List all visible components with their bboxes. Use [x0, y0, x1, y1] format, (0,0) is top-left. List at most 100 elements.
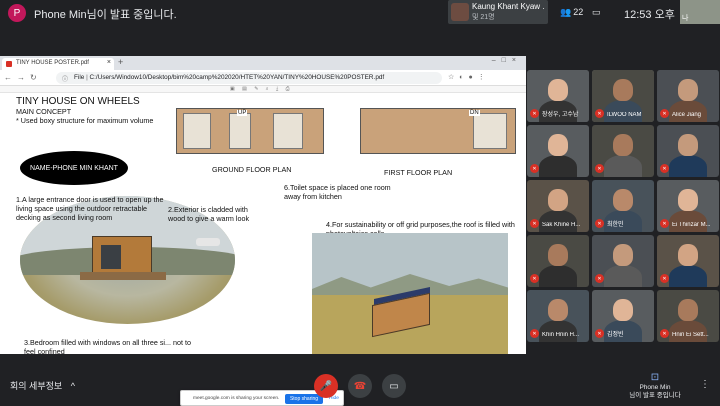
- pdf-toolbar: ▣ ▤ ✎ ⌕ ⤓ ⎙: [0, 86, 526, 93]
- browser-tab-bar: TINY HOUSE POSTER.pdf × + –□×: [0, 56, 526, 70]
- participant-name: Hnin Ei Sett...: [672, 332, 709, 338]
- participant-tile[interactable]: ✕ ILWOO NAM: [592, 70, 654, 122]
- people-button[interactable]: 👥 22: [560, 4, 583, 20]
- plan-up-label: UP: [237, 110, 248, 116]
- presenter-avatar: P: [8, 4, 26, 22]
- name-oval: NAME-PHONE MIN KHANT: [20, 151, 128, 185]
- participant-name: 장성우, 고수남: [542, 112, 579, 118]
- mic-muted-icon: ✕: [660, 329, 669, 338]
- new-tab-button[interactable]: +: [118, 57, 123, 67]
- participant-tile[interactable]: ✕ 최한민: [592, 180, 654, 232]
- clock: 12:53 오후: [624, 6, 675, 22]
- tile-subtitle: 및 21명: [472, 14, 495, 21]
- chat-icon: ▭: [592, 6, 601, 17]
- chevron-up-icon: ^: [70, 381, 75, 391]
- camera-button[interactable]: ▭: [382, 374, 406, 398]
- nav-buttons[interactable]: ←→↻: [4, 73, 42, 82]
- pinned-participant-tile[interactable]: Kaung Khant Kyaw ... 및 21명: [448, 0, 548, 24]
- mic-muted-icon: ✕: [660, 274, 669, 283]
- participant-video: [669, 210, 707, 232]
- participant-tile[interactable]: ✕ Alice Jiang: [657, 70, 719, 122]
- window-controls[interactable]: –□×: [492, 57, 522, 64]
- participant-face: [678, 189, 698, 211]
- participant-video: [539, 265, 577, 287]
- mic-muted-icon: ✕: [530, 329, 539, 338]
- note-3: 3.Bedroom filled with windows on all thr…: [24, 338, 191, 354]
- tile-name: Kaung Khant Kyaw ...: [472, 2, 544, 11]
- mic-muted-icon: ✕: [595, 274, 604, 283]
- participant-tile[interactable]: ✕ Hnin Ei Sett...: [657, 290, 719, 342]
- note-6: 6.Toilet space is placed one room away f…: [284, 183, 391, 201]
- pdf-icon: [6, 61, 12, 67]
- first-floor-caption: FIRST FLOOR PLAN: [384, 168, 453, 177]
- participant-face: [548, 189, 568, 211]
- participant-face: [613, 134, 633, 156]
- participant-tile[interactable]: ✕: [657, 235, 719, 287]
- participant-face: [678, 244, 698, 266]
- participant-video: [539, 155, 577, 177]
- note-2: 2.Exterior is cladded with wood to give …: [168, 205, 250, 223]
- people-count: 22: [573, 7, 584, 17]
- file-label: File: [74, 74, 85, 81]
- browser-toolbar: ←→↻ ⓘ File | C:/Users/Window10/Desktop/b…: [0, 70, 526, 86]
- presenting-status: 님이 발표 중입니다: [629, 392, 681, 400]
- participant-face: [678, 134, 698, 156]
- meeting-details-button[interactable]: 회의 세부정보 ^: [10, 379, 75, 392]
- self-view-tile[interactable]: 나: [680, 0, 720, 24]
- end-call-icon: ☎: [353, 380, 367, 392]
- participant-video: [604, 265, 642, 287]
- participant-tile[interactable]: ✕: [592, 125, 654, 177]
- note-1: 1.A large entrance door is used to open …: [16, 195, 164, 222]
- info-icon: ⓘ: [62, 77, 69, 83]
- participant-tile[interactable]: ✕ 장성우, 고수남: [527, 70, 589, 122]
- address-bar[interactable]: ⓘ File | C:/Users/Window10/Desktop/bim%2…: [56, 72, 442, 84]
- mic-muted-icon: ✕: [660, 164, 669, 173]
- more-options-button[interactable]: ⋮: [700, 379, 710, 390]
- participant-video: [604, 100, 642, 122]
- meeting-details-label: 회의 세부정보: [10, 381, 63, 391]
- participant-video: [539, 320, 577, 342]
- end-call-button[interactable]: ☎: [348, 374, 372, 398]
- mic-muted-icon: ✕: [595, 329, 604, 338]
- participant-tile[interactable]: ✕: [657, 125, 719, 177]
- close-tab-icon[interactable]: ×: [107, 59, 111, 66]
- chat-button[interactable]: ▭: [592, 4, 601, 20]
- mic-off-icon: 🎤: [319, 380, 333, 392]
- participant-grid: ✕✕Phone Min✕Junan Kang✕✕✕✕Sak Khine H...…: [527, 70, 719, 342]
- participant-tile[interactable]: ✕: [592, 235, 654, 287]
- participant-tile[interactable]: ✕: [527, 235, 589, 287]
- mic-muted-icon: ✕: [530, 109, 539, 118]
- mic-muted-icon: ✕: [530, 219, 539, 228]
- participant-thumbnail: [451, 3, 469, 21]
- participant-tile[interactable]: ✕ 김정빈: [592, 290, 654, 342]
- participant-face: [678, 79, 698, 101]
- mic-muted-icon: ✕: [660, 109, 669, 118]
- participant-name: ILWOO NAM: [607, 112, 642, 118]
- participant-face: [548, 134, 568, 156]
- participant-face: [613, 79, 633, 101]
- bottom-bar: 회의 세부정보 ^ 🎤 ☎ ▭ ⊡ Phone Min 님이 발표 중입니다 ⋮: [0, 365, 720, 405]
- participant-face: [548, 79, 568, 101]
- participant-tile[interactable]: ✕ Sak Khine H...: [527, 180, 589, 232]
- presentation-status[interactable]: ⊡ Phone Min 님이 발표 중입니다: [620, 371, 690, 401]
- browser-tab[interactable]: TINY HOUSE POSTER.pdf ×: [2, 58, 114, 70]
- participant-tile[interactable]: ✕ Ei Thinzar M...: [657, 180, 719, 232]
- pdf-tools[interactable]: ▣ ▤ ✎ ⌕ ⤓ ⎙: [230, 86, 293, 92]
- mic-muted-icon: ✕: [530, 164, 539, 173]
- tab-title: TINY HOUSE POSTER.pdf: [16, 60, 89, 66]
- concept-heading: MAIN CONCEPT: [16, 107, 72, 116]
- participant-face: [548, 244, 568, 266]
- mic-off-button[interactable]: 🎤: [314, 374, 338, 398]
- camera-icon: ▭: [389, 380, 399, 392]
- ground-floor-caption: GROUND FLOOR PLAN: [212, 165, 292, 174]
- participant-tile[interactable]: ✕ Khin Hnin H...: [527, 290, 589, 342]
- participant-tile[interactable]: ✕: [527, 125, 589, 177]
- concept-text: * Used boxy structure for maximum volume: [16, 116, 154, 125]
- poster-title: TINY HOUSE ON WHEELS: [16, 96, 140, 107]
- participant-video: [669, 265, 707, 287]
- participant-face: [613, 299, 633, 321]
- mic-muted-icon: ✕: [530, 274, 539, 283]
- browser-tools[interactable]: ☆◐●⋮: [448, 73, 490, 81]
- present-screen-icon: ⊡: [650, 372, 660, 383]
- shared-screen: TINY HOUSE POSTER.pdf × + –□× ←→↻ ⓘ File…: [0, 56, 526, 406]
